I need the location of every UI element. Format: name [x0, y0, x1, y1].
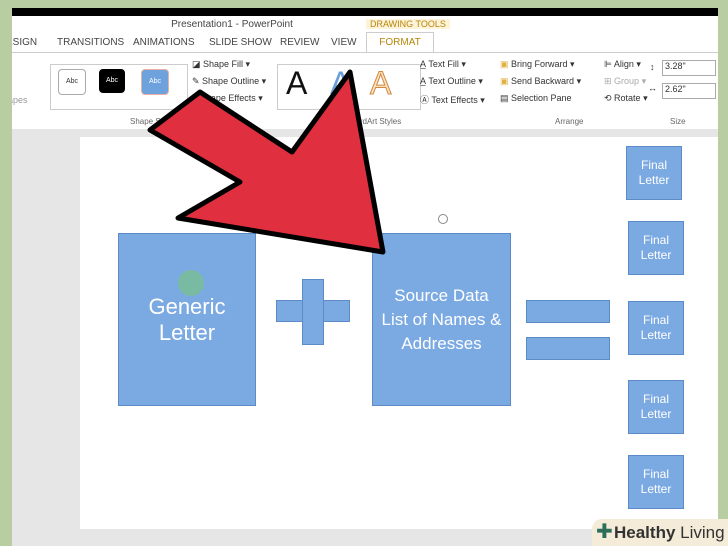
- cross-leaf-icon: ✚: [596, 521, 613, 543]
- red-arrow-icon: [147, 69, 386, 255]
- watermark: ✚ Healthy Living: [592, 519, 728, 546]
